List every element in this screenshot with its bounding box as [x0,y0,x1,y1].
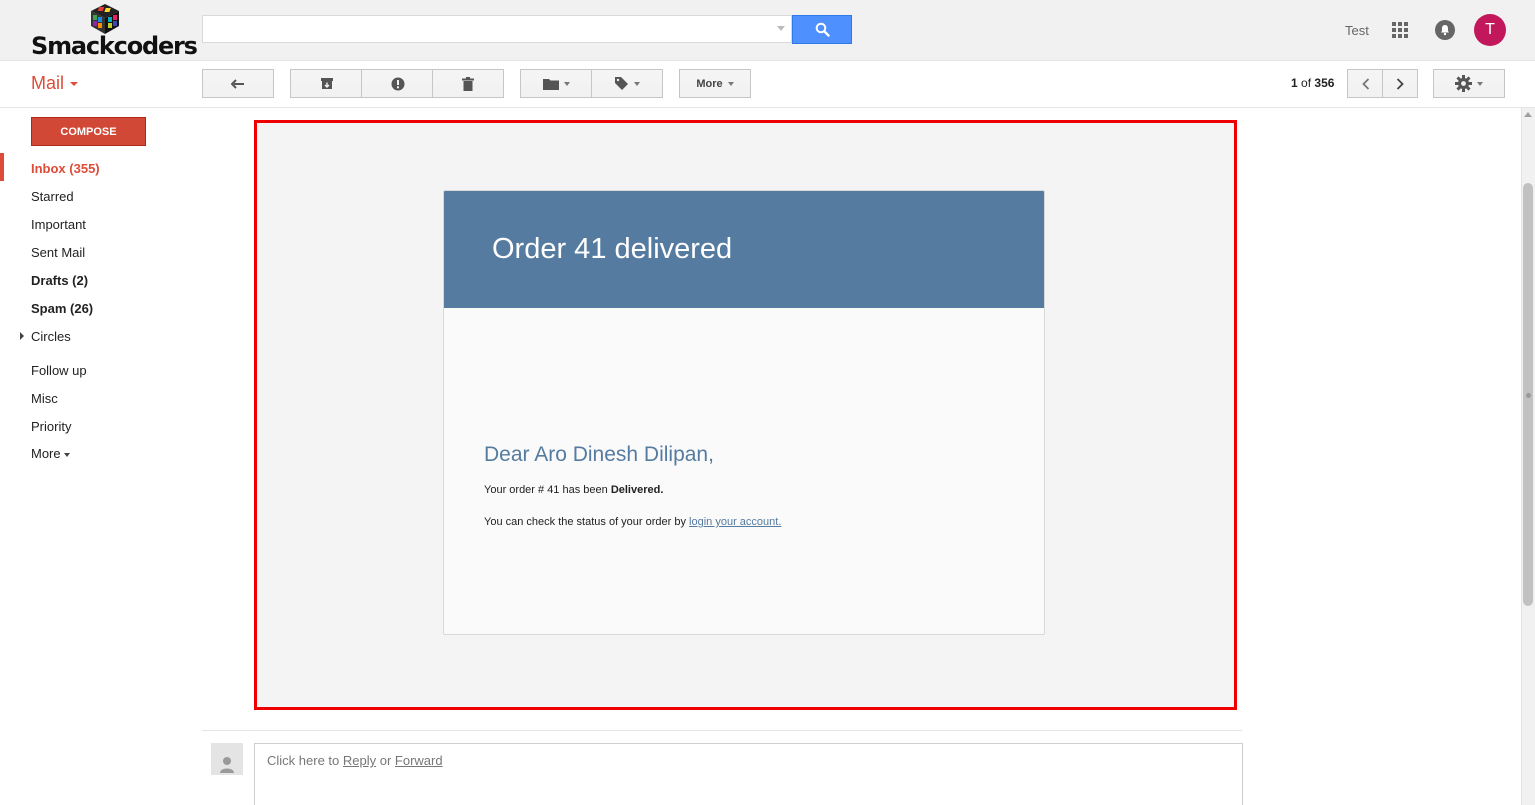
sidebar-item-misc[interactable]: Misc [31,391,58,406]
login-account-link[interactable]: login your account. [689,516,781,528]
report-spam-icon [391,77,404,90]
back-button[interactable] [202,69,274,98]
more-actions-label: More [696,77,723,90]
reply-link[interactable]: Reply [343,753,376,768]
move-to-button[interactable] [520,69,592,98]
sidebar-item-drafts[interactable]: Drafts (2) [31,273,88,288]
pager-of: of [1301,76,1312,90]
settings-button[interactable] [1433,69,1505,98]
bell-icon [1441,25,1449,36]
chevron-down-icon [63,452,70,457]
labels-button[interactable] [591,69,663,98]
sidebar-item-priority[interactable]: Priority [31,419,71,434]
sidebar-item-starred[interactable]: Starred [31,189,74,204]
email-card: Order 41 delivered Dear Aro Dinesh Dilip… [443,190,1045,635]
logo-cube-icon [91,4,119,34]
pager-total: 356 [1314,76,1335,90]
more-actions-button[interactable]: More [679,69,751,98]
reply-or: or [376,753,395,768]
archive-icon [320,78,333,89]
reply-box[interactable]: Click here to Reply or Forward [254,743,1243,805]
check-status-text: You can check the status of your order b… [484,516,690,528]
toolbar-divider [0,107,1535,108]
back-arrow-icon [231,78,244,89]
gear-icon [1455,75,1472,92]
person-icon [220,757,234,773]
archive-button[interactable] [290,69,362,98]
dropdown-caret-icon [564,81,570,86]
compose-button[interactable]: COMPOSE [31,117,146,146]
reply-prompt: Click here to Reply or Forward [267,753,443,768]
email-greeting: Dear Aro Dinesh Dilipan, [484,443,714,466]
trash-icon [462,76,474,91]
chevron-left-icon [1361,77,1369,90]
scroll-position-dot [1526,393,1531,398]
report-spam-button[interactable] [361,69,433,98]
email-header-banner: Order 41 delivered [444,191,1044,308]
order-status-value: Delivered. [610,484,664,496]
chevron-down-icon [70,81,79,86]
delete-button[interactable] [432,69,504,98]
pagination-info: 1 of 356 [1291,76,1334,90]
sidebar-more-label: More [31,446,61,461]
search-input[interactable] [202,15,792,43]
search-button[interactable] [792,15,852,44]
mail-label: Mail [31,73,65,93]
sidebar-item-important[interactable]: Important [31,217,86,232]
email-title: Order 41 delivered [492,233,733,265]
reply-avatar [211,743,243,775]
pager-current: 1 [1291,76,1298,90]
order-status-text: Your order # 41 has been [484,484,611,496]
notifications-icon[interactable] [1435,20,1455,40]
dropdown-caret-icon [727,81,734,86]
label-tag-icon [615,77,628,90]
active-item-indicator [0,153,4,181]
app-logo[interactable]: Smackcoders [31,2,198,60]
folder-icon [543,78,559,90]
sidebar-item-circles[interactable]: Circles [31,329,71,344]
sidebar-item-spam[interactable]: Spam (26) [31,301,93,316]
mail-switcher[interactable]: Mail [31,73,79,94]
sidebar-item-more[interactable]: More [31,446,70,461]
search-icon [815,22,830,37]
user-name[interactable]: Test [1345,23,1369,38]
forward-link[interactable]: Forward [395,753,443,768]
dropdown-caret-icon [1477,81,1483,86]
sidebar-item-inbox[interactable]: Inbox (355) [31,161,100,176]
apps-grid-icon[interactable] [1392,22,1408,38]
avatar[interactable]: T [1474,14,1506,46]
search-options-caret-icon[interactable] [777,26,785,31]
dropdown-caret-icon [634,81,640,86]
older-button[interactable] [1382,69,1418,98]
sidebar-item-sent-mail[interactable]: Sent Mail [31,245,85,260]
sidebar-item-follow-up[interactable]: Follow up [31,363,87,378]
logo-text: Smackcoders [31,32,198,60]
newer-button[interactable] [1347,69,1383,98]
expand-arrow-icon[interactable] [20,332,24,340]
reply-separator [202,730,1242,731]
scroll-up-arrow-icon[interactable] [1524,112,1532,117]
chevron-right-icon [1396,77,1404,90]
order-status-line: Your order # 41 has been Delivered. [484,484,663,496]
check-status-line: You can check the status of your order b… [484,516,781,528]
reply-prefix: Click here to [267,753,343,768]
